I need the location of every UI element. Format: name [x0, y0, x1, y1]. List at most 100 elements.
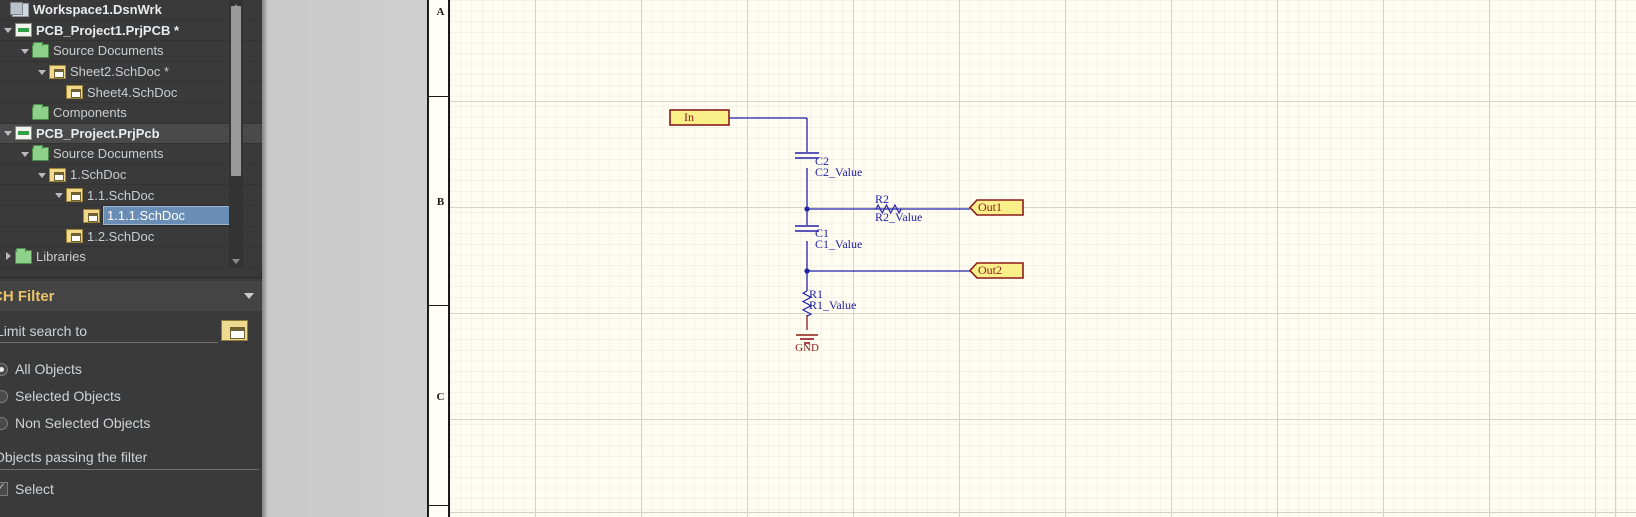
radio-label: All Objects [15, 361, 82, 377]
radio-label: Selected Objects [15, 388, 121, 404]
tree-expander-down-icon[interactable] [37, 169, 49, 181]
limit-search-label: Limit search to [0, 323, 88, 339]
gnd-label: GND [795, 342, 819, 354]
radio-button[interactable] [0, 389, 8, 403]
radio-all-objects[interactable]: All Objects [0, 357, 262, 381]
tree-expander-right-icon[interactable] [3, 251, 15, 263]
radio-label: Non Selected Objects [15, 415, 151, 431]
ruler-letter-b: B [436, 196, 445, 208]
port-label-out1: Out1 [978, 200, 1002, 214]
radio-non-selected-objects[interactable]: Non Selected Objects [0, 411, 262, 435]
tree-expander-down-icon[interactable] [37, 66, 49, 78]
objects-passing-label: Objects passing the filter [0, 449, 148, 465]
tree-item-pcb-project-prjpcb[interactable]: PCB_Project.PrjPcb [0, 123, 262, 145]
port-in[interactable] [669, 109, 730, 126]
junction-dot [804, 206, 810, 212]
sch-filter-title: CH Filter [0, 287, 55, 305]
value-c2: C2_Value [815, 165, 862, 179]
value-r1: R1_Value [809, 298, 856, 312]
tree-item-sheet4-schdoc[interactable]: Sheet4.SchDoc [0, 82, 262, 103]
tree-item-label: Components [53, 105, 127, 121]
chevron-down-icon[interactable] [244, 293, 254, 299]
project-icon [15, 23, 32, 38]
port-label-in: In [684, 110, 694, 124]
radio-button[interactable] [0, 416, 8, 430]
tree-item-label: Source Documents [53, 43, 164, 59]
tree-item-1-2-schdoc[interactable]: 1.2.SchDoc [0, 227, 262, 248]
ruler-letter-c: C [436, 391, 445, 403]
field-underline [0, 342, 218, 343]
schematic-icon [49, 64, 66, 79]
tree-expander-down-icon[interactable] [54, 189, 66, 201]
port-label-out2: Out2 [978, 263, 1002, 277]
schematic-icon [66, 188, 83, 203]
select-checkbox-label: Select [15, 481, 54, 497]
select-checkbox-row[interactable]: Select [0, 477, 262, 501]
tree-twisty-spacer [71, 210, 83, 222]
tree-expander-down-icon[interactable] [20, 148, 32, 160]
limit-search-row: Limit search to [0, 319, 262, 347]
junction-dot [804, 268, 810, 274]
tree-item-label: Source Documents [53, 146, 164, 162]
altium-schematic-window: Workspace1.DsnWrk PCB_Project1.PrjPCB * So… [0, 0, 1636, 517]
radio-selected-objects[interactable]: Selected Objects [0, 384, 262, 408]
schematic-canvas[interactable]: GND In Out1 Out2 C2 C2_Value C1 C1_Value R2 R2_Va… [450, 0, 1636, 517]
project-icon [15, 126, 32, 141]
folder-icon [32, 41, 49, 58]
tree-item-1-1-schdoc[interactable]: 1.1.SchDoc [0, 185, 262, 206]
tree-item-label: Sheet4.SchDoc [87, 84, 178, 100]
folder-icon [15, 247, 32, 264]
tree-item-label: Libraries [36, 249, 86, 265]
ruler-divider [429, 505, 452, 506]
tree-item-label: PCB_Project1.PrjPCB * [36, 22, 180, 38]
ruler-divider [429, 305, 452, 306]
schematic-drawing: GNDInOut1Out2C2C2_ValueC1C1_ValueR2R2_Va… [669, 109, 1024, 354]
ruler-letter-a: A [436, 6, 445, 18]
radio-button[interactable] [0, 362, 8, 376]
ruler-divider [429, 96, 452, 97]
tree-twisty-spacer [54, 86, 66, 98]
tree-item-label: 1.SchDoc [70, 167, 127, 183]
tree-item-libraries[interactable]: Libraries [0, 247, 262, 268]
tree-twisty-spacer [54, 230, 66, 242]
schematic-icon [66, 85, 83, 100]
tree-item-label: 1.1.1.SchDoc [101, 205, 232, 227]
tree-item-1-1-1-schdoc[interactable]: 1.1.1.SchDoc [0, 205, 262, 227]
tree-vertical-scrollbar[interactable] [229, 0, 243, 268]
panel-shadow [262, 0, 268, 517]
section-underline [0, 469, 259, 470]
tree-item-pcb-project1-prjpcb[interactable]: PCB_Project1.PrjPCB * [0, 21, 262, 42]
sch-filter-header[interactable]: CH Filter [0, 281, 262, 311]
workspace-backdrop [262, 0, 427, 517]
tree-item-label: 1.2.SchDoc [87, 228, 155, 244]
objects-passing-row: Objects passing the filter [0, 447, 262, 471]
folder-icon [32, 103, 49, 120]
tree-item-label: Sheet2.SchDoc * [70, 64, 170, 80]
tree-item-1-schdoc[interactable]: 1.SchDoc [0, 165, 262, 186]
tree-expander-down-icon[interactable] [3, 24, 15, 36]
tree-item-workspace1-dsnwrk[interactable]: Workspace1.DsnWrk [0, 0, 262, 21]
tree-item-label: Workspace1.DsnWrk [33, 2, 162, 18]
scroll-down-arrow-icon[interactable] [229, 255, 243, 268]
tree-item-label: PCB_Project.PrjPcb [36, 125, 160, 141]
sch-filter-panel: CH Filter Limit search to All Objects Sel… [0, 277, 262, 517]
tree-item-source-documents[interactable]: Source Documents [0, 41, 262, 62]
tree-item-sheet2-schdoc[interactable]: Sheet2.SchDoc * [0, 62, 262, 83]
tree-item-source-documents[interactable]: Source Documents [0, 144, 262, 165]
tree-item-label: 1.1.SchDoc [87, 187, 155, 203]
sheet-row-ruler: A B C [427, 0, 452, 517]
projects-panel-tree[interactable]: Workspace1.DsnWrk PCB_Project1.PrjPCB * So… [0, 0, 262, 270]
sheet-picker-icon[interactable] [221, 320, 248, 341]
panel-divider [0, 277, 262, 278]
tree-expander-down-icon[interactable] [3, 127, 15, 139]
tree-expander-down-icon[interactable] [20, 45, 32, 57]
left-dock-panel: Workspace1.DsnWrk PCB_Project1.PrjPCB * So… [0, 0, 262, 517]
select-checkbox[interactable] [0, 480, 8, 496]
schematic-icon [83, 208, 100, 223]
schematic-icon [66, 229, 83, 244]
tree-item-components[interactable]: Components [0, 103, 262, 124]
value-c1: C1_Value [815, 237, 862, 251]
workspace-icon [10, 1, 29, 17]
scrollbar-thumb[interactable] [231, 6, 241, 176]
schematic-icon [49, 167, 66, 182]
